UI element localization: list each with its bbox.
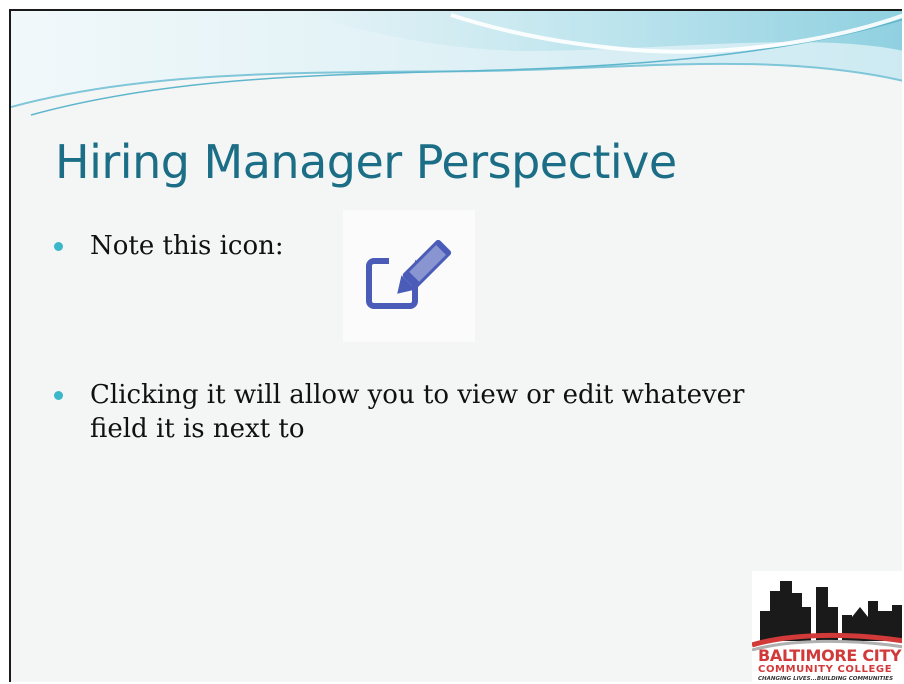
header-wave-decoration	[11, 11, 902, 121]
logo-tagline: CHANGING LIVES...BUILDING COMMUNITIES	[758, 676, 894, 682]
edit-icon-image	[343, 210, 475, 342]
bullet-item: Note this icon:	[54, 229, 314, 269]
edit-pencil-icon	[366, 239, 452, 309]
logo-text-name: BALTIMORE CITY	[758, 646, 902, 665]
bullet-item: Clicking it will allow you to view or ed…	[54, 378, 854, 458]
skyline-icon	[752, 581, 902, 651]
bullet-dot	[54, 391, 63, 400]
college-logo: BALTIMORE CITY COMMUNITY COLLEGE CHANGIN…	[752, 571, 902, 682]
logo-text-college: COMMUNITY COLLEGE	[758, 664, 893, 675]
bullet-text: Note this icon:	[90, 231, 284, 261]
slide: Hiring Manager Perspective Note this ico…	[9, 9, 902, 682]
bullet-text-line1: Clicking it will allow you to view or ed…	[90, 380, 745, 410]
slide-title: Hiring Manager Perspective	[55, 135, 677, 189]
bullet-text-line2: field it is next to	[90, 414, 305, 444]
bullet-dot	[54, 242, 63, 251]
